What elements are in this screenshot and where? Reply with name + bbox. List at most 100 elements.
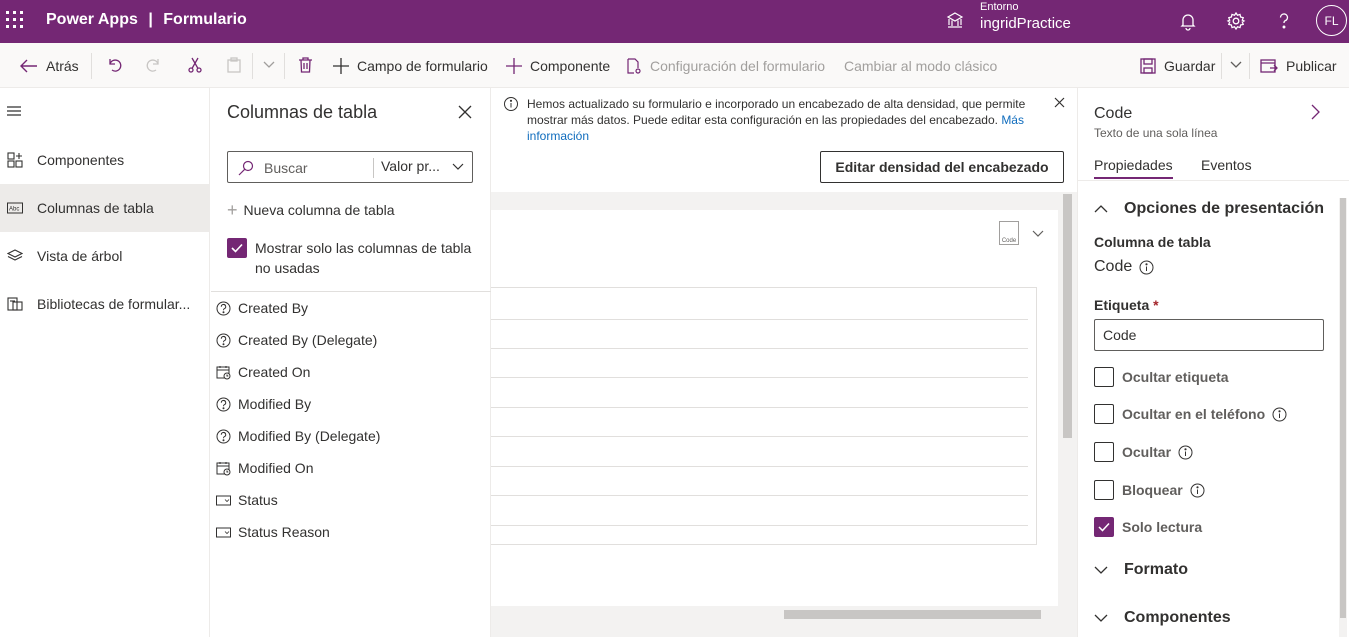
bell-icon[interactable] <box>1178 11 1198 31</box>
vertical-scrollbar[interactable] <box>1339 198 1347 637</box>
divider <box>91 53 92 79</box>
form-settings-button[interactable]: Configuración del formulario <box>626 55 825 77</box>
scrollbar-thumb[interactable] <box>784 610 1041 619</box>
read-only-checkbox[interactable]: Solo lectura <box>1094 517 1202 537</box>
close-icon[interactable] <box>458 105 472 119</box>
nav-item-components[interactable]: Componentes <box>0 136 210 184</box>
form-settings-label: Configuración del formulario <box>650 58 826 74</box>
checkbox-label: Ocultar etiqueta <box>1122 369 1229 385</box>
form-field-button[interactable]: Campo de formulario <box>333 55 488 77</box>
label-field[interactable] <box>1094 319 1324 351</box>
field-item-modified-by[interactable]: Modified By <box>216 393 311 415</box>
avatar[interactable]: FL <box>1316 5 1347 36</box>
back-button[interactable]: Atrás <box>20 55 79 77</box>
form-section-grid[interactable] <box>491 287 1037 545</box>
vertical-scrollbar[interactable] <box>1058 192 1077 606</box>
properties-panel: Code Texto de una sola línea Propiedades… <box>1077 88 1349 637</box>
checkbox[interactable] <box>1094 480 1114 500</box>
section-title: Componentes <box>1124 609 1231 626</box>
nav-item-label: Componentes <box>37 152 125 168</box>
checkbox[interactable] <box>1094 442 1114 462</box>
chevron-down-icon[interactable] <box>452 162 464 172</box>
field-item-modified-on[interactable]: Modified On <box>216 457 313 479</box>
lookup-icon <box>216 301 231 315</box>
hide-on-phone-checkbox[interactable]: Ocultar en el teléfono <box>1094 404 1287 424</box>
divider <box>373 158 374 178</box>
field-type-icon[interactable]: Code <box>999 221 1019 245</box>
close-icon[interactable] <box>1054 97 1065 108</box>
undo-icon[interactable] <box>106 57 122 73</box>
field-label: Created On <box>238 364 311 380</box>
edit-header-density-button[interactable]: Editar densidad del encabezado <box>820 151 1064 183</box>
publish-button[interactable]: Publicar <box>1260 55 1337 77</box>
save-button[interactable]: Guardar <box>1140 55 1215 77</box>
delete-icon[interactable] <box>298 57 313 73</box>
horizontal-scrollbar[interactable] <box>491 606 1058 624</box>
field-item-created-on[interactable]: Created On <box>216 361 310 383</box>
label-label: Etiqueta * <box>1094 297 1159 313</box>
paste-icon[interactable] <box>226 57 242 73</box>
format-section[interactable]: Formato <box>1094 561 1188 579</box>
info-icon[interactable] <box>1178 445 1193 460</box>
chevron-right-icon[interactable] <box>1310 104 1320 120</box>
display-options-section[interactable]: Opciones de presentación <box>1094 200 1324 218</box>
arrow-left-icon <box>20 59 37 73</box>
save-label: Guardar <box>1164 58 1216 74</box>
field-label: Status Reason <box>238 524 330 540</box>
section-title: Formato <box>1124 561 1188 578</box>
filter-dropdown[interactable]: Valor pr... <box>381 158 440 174</box>
hide-checkbox[interactable]: Ocultar <box>1094 442 1193 462</box>
checkbox[interactable] <box>1094 367 1114 387</box>
lookup-icon <box>216 333 231 347</box>
scrollbar-thumb[interactable] <box>1340 198 1346 618</box>
show-unused-checkbox[interactable] <box>227 238 247 258</box>
search-input[interactable] <box>264 158 369 178</box>
app-launcher-icon[interactable] <box>6 11 24 29</box>
hide-label-checkbox[interactable]: Ocultar etiqueta <box>1094 367 1229 387</box>
checkbox-label: Solo lectura <box>1122 519 1203 535</box>
nav-item-form-libraries[interactable]: Bibliotecas de formular... <box>0 280 210 328</box>
checkbox[interactable] <box>1094 404 1114 424</box>
cut-icon[interactable] <box>187 57 203 73</box>
field-item-modified-by-delegate[interactable]: Modified By (Delegate) <box>216 425 380 447</box>
gear-icon[interactable] <box>1226 11 1246 31</box>
redo-icon[interactable] <box>146 57 162 73</box>
scrollbar-thumb[interactable] <box>1063 194 1072 438</box>
field-label: Created By <box>238 300 309 316</box>
new-table-column-button[interactable]: + Nueva columna de tabla <box>227 201 395 219</box>
nav-item-table-columns[interactable]: Abc Columnas de tabla <box>0 184 210 232</box>
app-name: Power Apps <box>46 11 138 28</box>
grid-row-line <box>491 407 1028 408</box>
checkbox[interactable] <box>1094 517 1114 537</box>
checkbox-label: Ocultar en el teléfono <box>1122 406 1266 422</box>
hamburger-icon[interactable] <box>7 106 21 116</box>
environment-name[interactable]: ingridPractice <box>980 15 1071 32</box>
grid-row-line <box>491 377 1028 378</box>
classic-mode-button[interactable]: Cambiar al modo clásico <box>844 55 997 77</box>
lock-checkbox[interactable]: Bloquear <box>1094 480 1205 500</box>
component-button[interactable]: Componente <box>506 55 610 77</box>
field-item-status-reason[interactable]: Status Reason <box>216 521 330 543</box>
chevron-down-icon[interactable] <box>263 61 275 69</box>
left-navigation: Componentes Abc Columnas de tabla Vista … <box>0 88 210 637</box>
tab-properties[interactable]: Propiedades <box>1094 157 1173 179</box>
label-text: Etiqueta <box>1094 297 1150 313</box>
info-icon[interactable] <box>1190 483 1205 498</box>
chevron-down-icon[interactable] <box>1230 61 1242 69</box>
field-item-created-by-delegate[interactable]: Created By (Delegate) <box>216 329 377 351</box>
info-icon[interactable] <box>1139 260 1154 275</box>
table-column-value: Code <box>1094 258 1154 276</box>
field-item-created-by[interactable]: Created By <box>216 297 308 319</box>
tab-events[interactable]: Eventos <box>1201 157 1252 173</box>
form-preview-card: Code <box>491 210 1058 618</box>
calendar-icon <box>216 461 231 475</box>
banner-text: Hemos actualizado su formulario e incorp… <box>527 97 1026 127</box>
field-item-status[interactable]: Status <box>216 489 278 511</box>
chevron-down-icon[interactable] <box>1032 230 1044 238</box>
info-icon[interactable] <box>1272 407 1287 422</box>
title-separator: | <box>148 11 153 28</box>
nav-item-tree-view[interactable]: Vista de árbol <box>0 232 210 280</box>
components-section[interactable]: Componentes <box>1094 609 1231 627</box>
help-icon[interactable] <box>1274 11 1294 31</box>
field-label: Created By (Delegate) <box>238 332 378 348</box>
